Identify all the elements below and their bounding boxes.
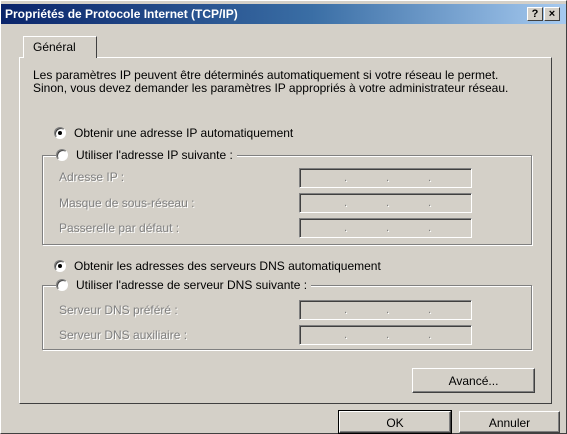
ip-dot: .	[386, 197, 390, 209]
ip-dot: .	[428, 197, 432, 209]
ip-dot: .	[344, 172, 348, 184]
dns-auto-option[interactable]: Obtenir les adresses des serveurs DNS au…	[54, 258, 385, 274]
ip-dot: .	[344, 329, 348, 341]
cancel-button-label: Annuler	[488, 416, 531, 430]
tab-general-label: Général	[33, 40, 76, 54]
ip-dot: .	[344, 304, 348, 316]
dns-manual-option[interactable]: Utiliser l'adresse de serveur DNS suivan…	[56, 277, 312, 293]
ip-dot: .	[386, 172, 390, 184]
advanced-button-label: Avancé...	[448, 374, 499, 388]
gateway-field[interactable]: . . .	[299, 218, 472, 238]
alternate-dns-label: Serveur DNS auxiliaire :	[59, 328, 188, 342]
cancel-button[interactable]: Annuler	[459, 411, 560, 433]
ip-dot: .	[386, 222, 390, 234]
ip-address-field[interactable]: . . .	[299, 168, 472, 188]
dns-auto-radio[interactable]	[54, 260, 66, 272]
ok-button-label: OK	[386, 416, 404, 430]
tab-general[interactable]: Général	[23, 36, 97, 58]
ip-dot: .	[428, 304, 432, 316]
ip-manual-radio[interactable]	[56, 149, 68, 161]
ip-auto-option[interactable]: Obtenir une adresse IP automatiquement	[54, 125, 298, 141]
window-title: Propriétés de Protocole Internet (TCP/IP…	[5, 7, 238, 21]
preferred-dns-label: Serveur DNS préféré :	[59, 303, 178, 317]
preferred-dns-field[interactable]: . . .	[299, 300, 472, 320]
ok-button[interactable]: OK	[338, 410, 452, 434]
ip-dot: .	[344, 197, 348, 209]
ip-dot: .	[386, 304, 390, 316]
ip-dot: .	[386, 329, 390, 341]
subnet-mask-field[interactable]: . . .	[299, 193, 472, 213]
help-button[interactable]: ?	[527, 7, 543, 21]
dns-auto-label: Obtenir les adresses des serveurs DNS au…	[74, 259, 381, 273]
ip-dot: .	[344, 222, 348, 234]
ip-address-label: Adresse IP :	[59, 170, 125, 184]
ip-dot: .	[428, 222, 432, 234]
ip-auto-radio[interactable]	[54, 127, 66, 139]
gateway-label: Passerelle par défaut :	[59, 221, 180, 235]
ip-manual-option[interactable]: Utiliser l'adresse IP suivante :	[56, 147, 237, 163]
advanced-button[interactable]: Avancé...	[412, 368, 535, 393]
close-button[interactable]: ×	[544, 7, 560, 21]
ip-dot: .	[428, 329, 432, 341]
ip-dot: .	[428, 172, 432, 184]
dns-manual-radio[interactable]	[56, 279, 68, 291]
subnet-mask-label: Masque de sous-réseau :	[59, 196, 195, 210]
title-bar[interactable]: Propriétés de Protocole Internet (TCP/IP…	[1, 4, 566, 24]
ip-auto-label: Obtenir une adresse IP automatiquement	[74, 126, 294, 140]
dns-manual-label: Utiliser l'adresse de serveur DNS suivan…	[76, 278, 308, 292]
alternate-dns-field[interactable]: . . .	[299, 325, 472, 345]
ip-manual-label: Utiliser l'adresse IP suivante :	[76, 148, 233, 162]
